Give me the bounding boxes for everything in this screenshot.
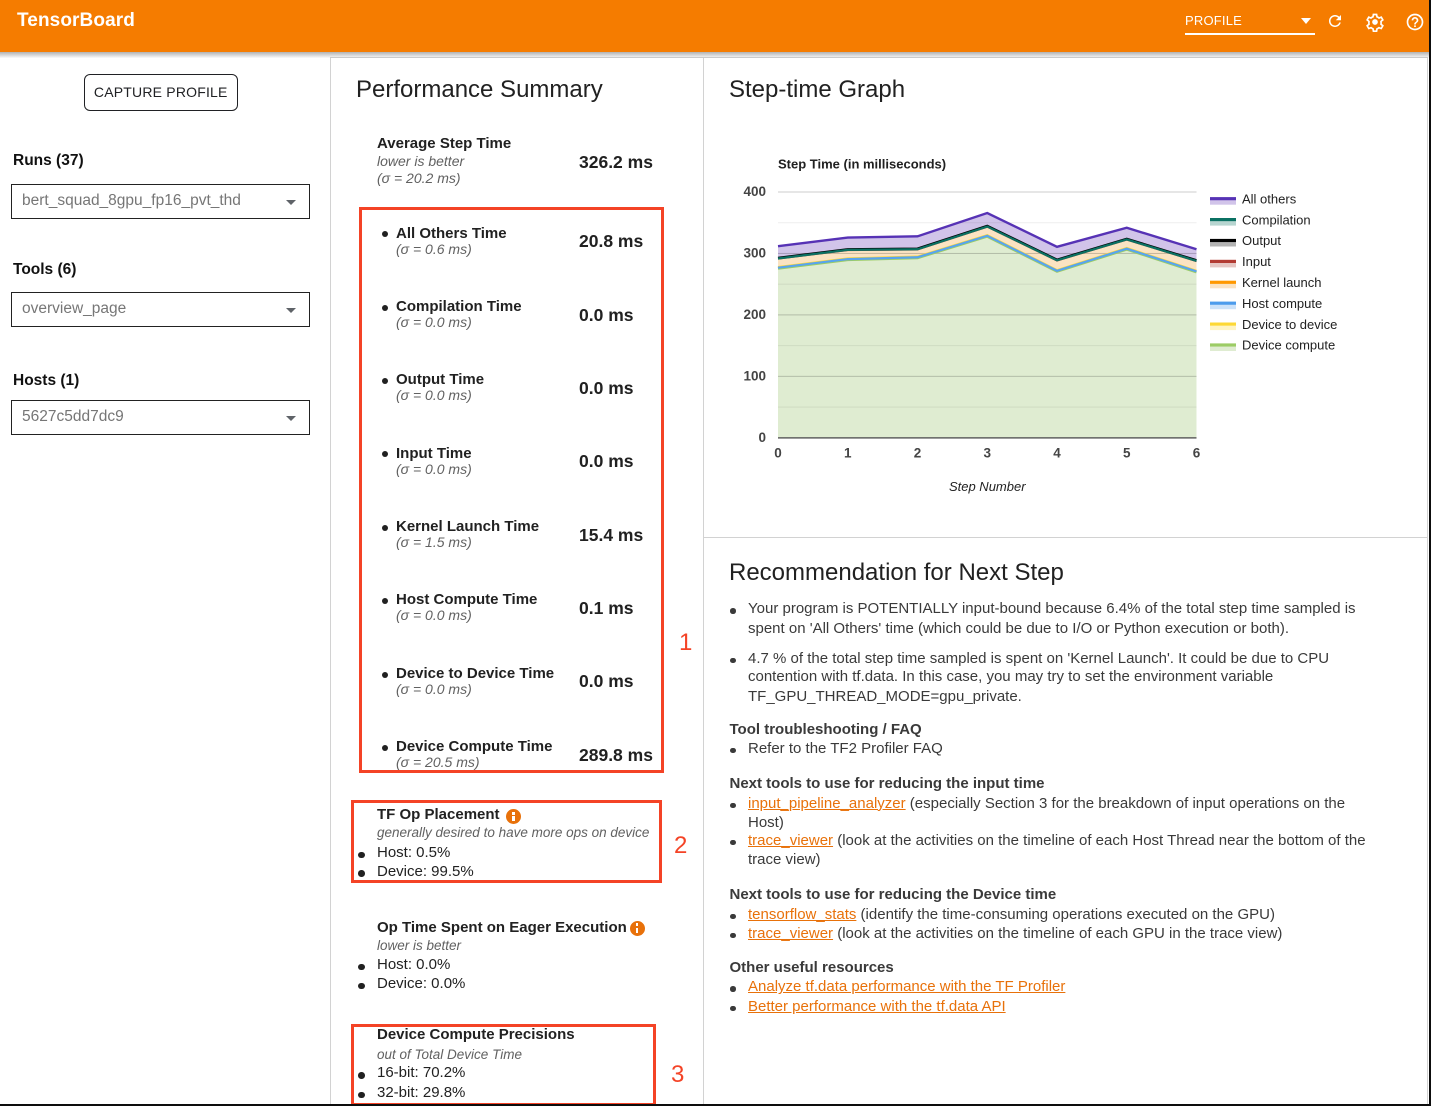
svg-text:200: 200: [743, 307, 766, 322]
svg-text:5: 5: [1123, 446, 1131, 461]
svg-text:300: 300: [743, 246, 766, 261]
svg-text:Input: Input: [1242, 254, 1271, 269]
svg-text:Host compute: Host compute: [1242, 296, 1322, 311]
svg-text:4: 4: [1053, 446, 1061, 461]
svg-text:3: 3: [983, 446, 991, 461]
svg-text:1: 1: [844, 446, 852, 461]
svg-text:All others: All others: [1242, 191, 1297, 206]
svg-text:2: 2: [914, 446, 922, 461]
svg-text:Step Number: Step Number: [949, 479, 1026, 494]
svg-text:100: 100: [743, 369, 766, 384]
svg-text:Step Time (in milliseconds): Step Time (in milliseconds): [778, 157, 946, 172]
svg-text:0: 0: [774, 446, 782, 461]
svg-text:Device compute: Device compute: [1242, 338, 1335, 353]
svg-text:400: 400: [743, 184, 766, 199]
svg-text:0: 0: [758, 430, 766, 445]
svg-text:Output: Output: [1242, 233, 1281, 248]
svg-text:Compilation: Compilation: [1242, 212, 1311, 227]
svg-text:Kernel launch: Kernel launch: [1242, 275, 1322, 290]
svg-text:6: 6: [1193, 446, 1201, 461]
svg-text:Device to device: Device to device: [1242, 317, 1337, 332]
